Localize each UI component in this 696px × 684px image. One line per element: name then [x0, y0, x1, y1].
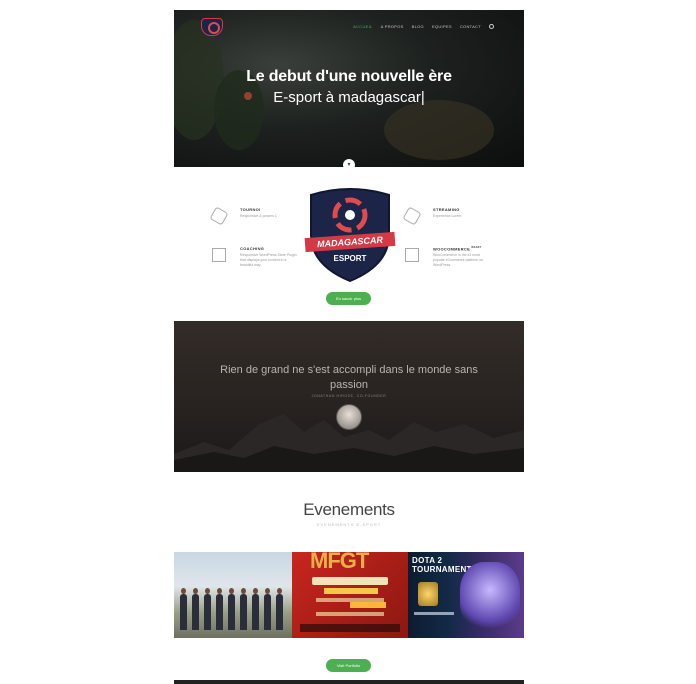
event-poster-mfgt[interactable]: MFGT: [292, 552, 408, 638]
quote-text: Rien de grand ne s'est accompli dans le …: [220, 364, 478, 391]
feature-desc: WooCommerce is the #1 most popular eComm…: [433, 253, 484, 267]
nav-item-contact[interactable]: CONTACT: [460, 24, 481, 29]
quote-section: Rien de grand ne s'est accompli dans le …: [174, 321, 524, 472]
nav-item-accueil[interactable]: ACCUEIL: [353, 24, 372, 29]
events-title: Evenements: [303, 500, 395, 519]
events-gallery: MFGT DOTA 2 TOURNAMENT: [174, 552, 524, 638]
site-logo[interactable]: [201, 18, 223, 36]
mfgt-logo: MFGT: [310, 552, 369, 573]
event-poster-dota2[interactable]: DOTA 2 TOURNAMENT: [408, 552, 524, 638]
feature-title: STREAMING: [433, 207, 460, 212]
dota-title: DOTA 2 TOURNAMENT: [412, 556, 472, 574]
quote-author: JONATHAN HIROSE, CO-FOUNDER: [311, 394, 387, 398]
event-photo-team[interactable]: [174, 552, 292, 638]
feature-title: TOURNOI: [240, 207, 261, 212]
feature-desc: Responsive & powers 1: [240, 214, 277, 218]
nav-item-blog[interactable]: BLOG: [412, 24, 424, 29]
hexagon-icon: [402, 206, 422, 226]
visit-portfolio-button[interactable]: Visit Portfolio: [326, 659, 371, 672]
footer-bar: [174, 680, 524, 684]
cube-icon: [209, 206, 229, 226]
monitor-icon: [212, 248, 226, 262]
ready-badge: READY: [471, 246, 482, 249]
learn-more-button[interactable]: En savoir plus: [326, 292, 371, 305]
events-subtitle: EVENEMENTS E-SPORT: [316, 522, 382, 527]
store-icon: [405, 248, 419, 262]
website-page: ACCUEIL A PROPOS BLOG EQUIPES CONTACT Le…: [174, 10, 524, 684]
hero-subtitle: E-sport à madagascar|: [273, 89, 425, 106]
hero-title: Le debut d'une nouvelle ère: [246, 68, 452, 85]
feature-desc: Responsive WordPress Store Plugin that d…: [240, 253, 297, 267]
feature-title: COACHING: [240, 246, 265, 251]
madagascar-esport-logo: MADAGASCAR ESPORT: [304, 188, 396, 283]
logo-text-bottom: ESPORT: [334, 254, 367, 263]
search-icon[interactable]: [489, 24, 494, 29]
trophy-icon: [418, 582, 438, 606]
main-nav: ACCUEIL A PROPOS BLOG EQUIPES CONTACT: [353, 24, 494, 29]
nav-item-a-propos[interactable]: A PROPOS: [381, 24, 404, 29]
hero-section: ACCUEIL A PROPOS BLOG EQUIPES CONTACT Le…: [174, 10, 524, 167]
feature-desc: Experience Lorem: [433, 214, 462, 218]
nav-item-equipes[interactable]: EQUIPES: [432, 24, 452, 29]
features-section: TOURNOI Responsive & powers 1 COACHING R…: [174, 167, 524, 322]
mountains-illustration: [174, 414, 524, 472]
feature-title: WOOCOMMERCE READY: [433, 246, 482, 252]
